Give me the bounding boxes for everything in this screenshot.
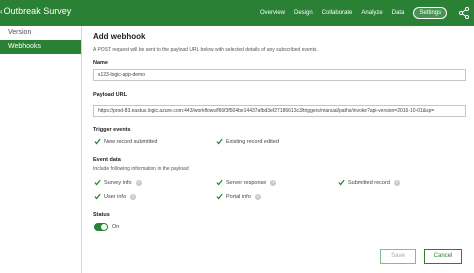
checkbox-existing-record-edited[interactable]: Existing record edited bbox=[216, 138, 279, 145]
toggle-knob bbox=[101, 224, 107, 230]
check-icon bbox=[338, 179, 345, 186]
save-button[interactable]: Save bbox=[380, 249, 416, 264]
check-icon bbox=[94, 193, 101, 200]
page-description: A POST request will be sent to the paylo… bbox=[93, 47, 318, 53]
checkbox-label: Submitted record bbox=[348, 179, 390, 186]
event-data-label: Event data bbox=[93, 157, 121, 163]
share-icon[interactable] bbox=[458, 6, 470, 20]
check-icon bbox=[94, 138, 101, 145]
trigger-events-label: Trigger events bbox=[93, 127, 131, 133]
checkbox-server-response[interactable]: Server response ? bbox=[216, 179, 277, 186]
top-bar: ‹Outbreak Survey Overview Design Collabo… bbox=[0, 0, 474, 26]
check-icon bbox=[216, 179, 223, 186]
checkbox-new-record-submitted[interactable]: New record submitted bbox=[94, 138, 158, 145]
sidebar-item-version[interactable]: Version bbox=[0, 26, 81, 40]
checkbox-portal-info[interactable]: Portal info ? bbox=[216, 193, 261, 200]
payload-url-label: Payload URL bbox=[93, 92, 127, 98]
app-title-text: Outbreak Survey bbox=[3, 6, 72, 16]
tab-design[interactable]: Design bbox=[294, 10, 313, 16]
app-title[interactable]: ‹Outbreak Survey bbox=[0, 6, 71, 16]
info-icon[interactable]: ? bbox=[135, 179, 142, 186]
check-icon bbox=[216, 138, 223, 145]
info-icon[interactable]: ? bbox=[393, 179, 400, 186]
checkbox-label: Survey info bbox=[104, 179, 132, 186]
checkbox-label: Server response bbox=[226, 179, 267, 186]
checkbox-survey-info[interactable]: Survey info ? bbox=[94, 179, 142, 186]
page-title: Add webhook bbox=[93, 32, 146, 41]
sidebar: Version Webhooks bbox=[0, 26, 82, 273]
info-icon[interactable]: ? bbox=[270, 179, 277, 186]
name-field[interactable]: s123-logic-app-demo bbox=[93, 69, 466, 81]
tab-settings[interactable]: Settings bbox=[413, 7, 448, 19]
main-content: Add webhook A POST request will be sent … bbox=[90, 26, 470, 273]
status-label: Status bbox=[93, 212, 110, 218]
back-chevron-icon: ‹ bbox=[0, 7, 3, 16]
checkbox-user-info[interactable]: User info ? bbox=[94, 193, 137, 200]
checkbox-submitted-record[interactable]: Submitted record ? bbox=[338, 179, 400, 186]
info-icon[interactable]: ? bbox=[254, 193, 261, 200]
tab-analyze[interactable]: Analyze bbox=[361, 10, 382, 16]
checkbox-label: Portal info bbox=[226, 193, 251, 200]
check-icon bbox=[94, 179, 101, 186]
top-nav: Overview Design Collaborate Analyze Data… bbox=[260, 0, 453, 26]
tab-data[interactable]: Data bbox=[392, 10, 405, 16]
checkbox-label: User info bbox=[104, 193, 127, 200]
sidebar-item-webhooks[interactable]: Webhooks bbox=[0, 40, 81, 54]
check-icon bbox=[216, 193, 223, 200]
tab-overview[interactable]: Overview bbox=[260, 10, 285, 16]
status-value: On bbox=[112, 224, 120, 230]
cancel-button[interactable]: Cancel bbox=[424, 249, 462, 264]
checkbox-label: Existing record edited bbox=[226, 138, 279, 145]
status-toggle[interactable] bbox=[94, 223, 108, 231]
tab-collaborate[interactable]: Collaborate bbox=[322, 10, 353, 16]
event-data-subtitle: Include following information in the pay… bbox=[93, 166, 189, 172]
payload-url-field[interactable]: https://prod-83.eastus.logic.azure.com:4… bbox=[93, 105, 466, 117]
name-label: Name bbox=[93, 60, 108, 66]
checkbox-label: New record submitted bbox=[104, 138, 158, 145]
info-icon[interactable]: ? bbox=[130, 193, 137, 200]
